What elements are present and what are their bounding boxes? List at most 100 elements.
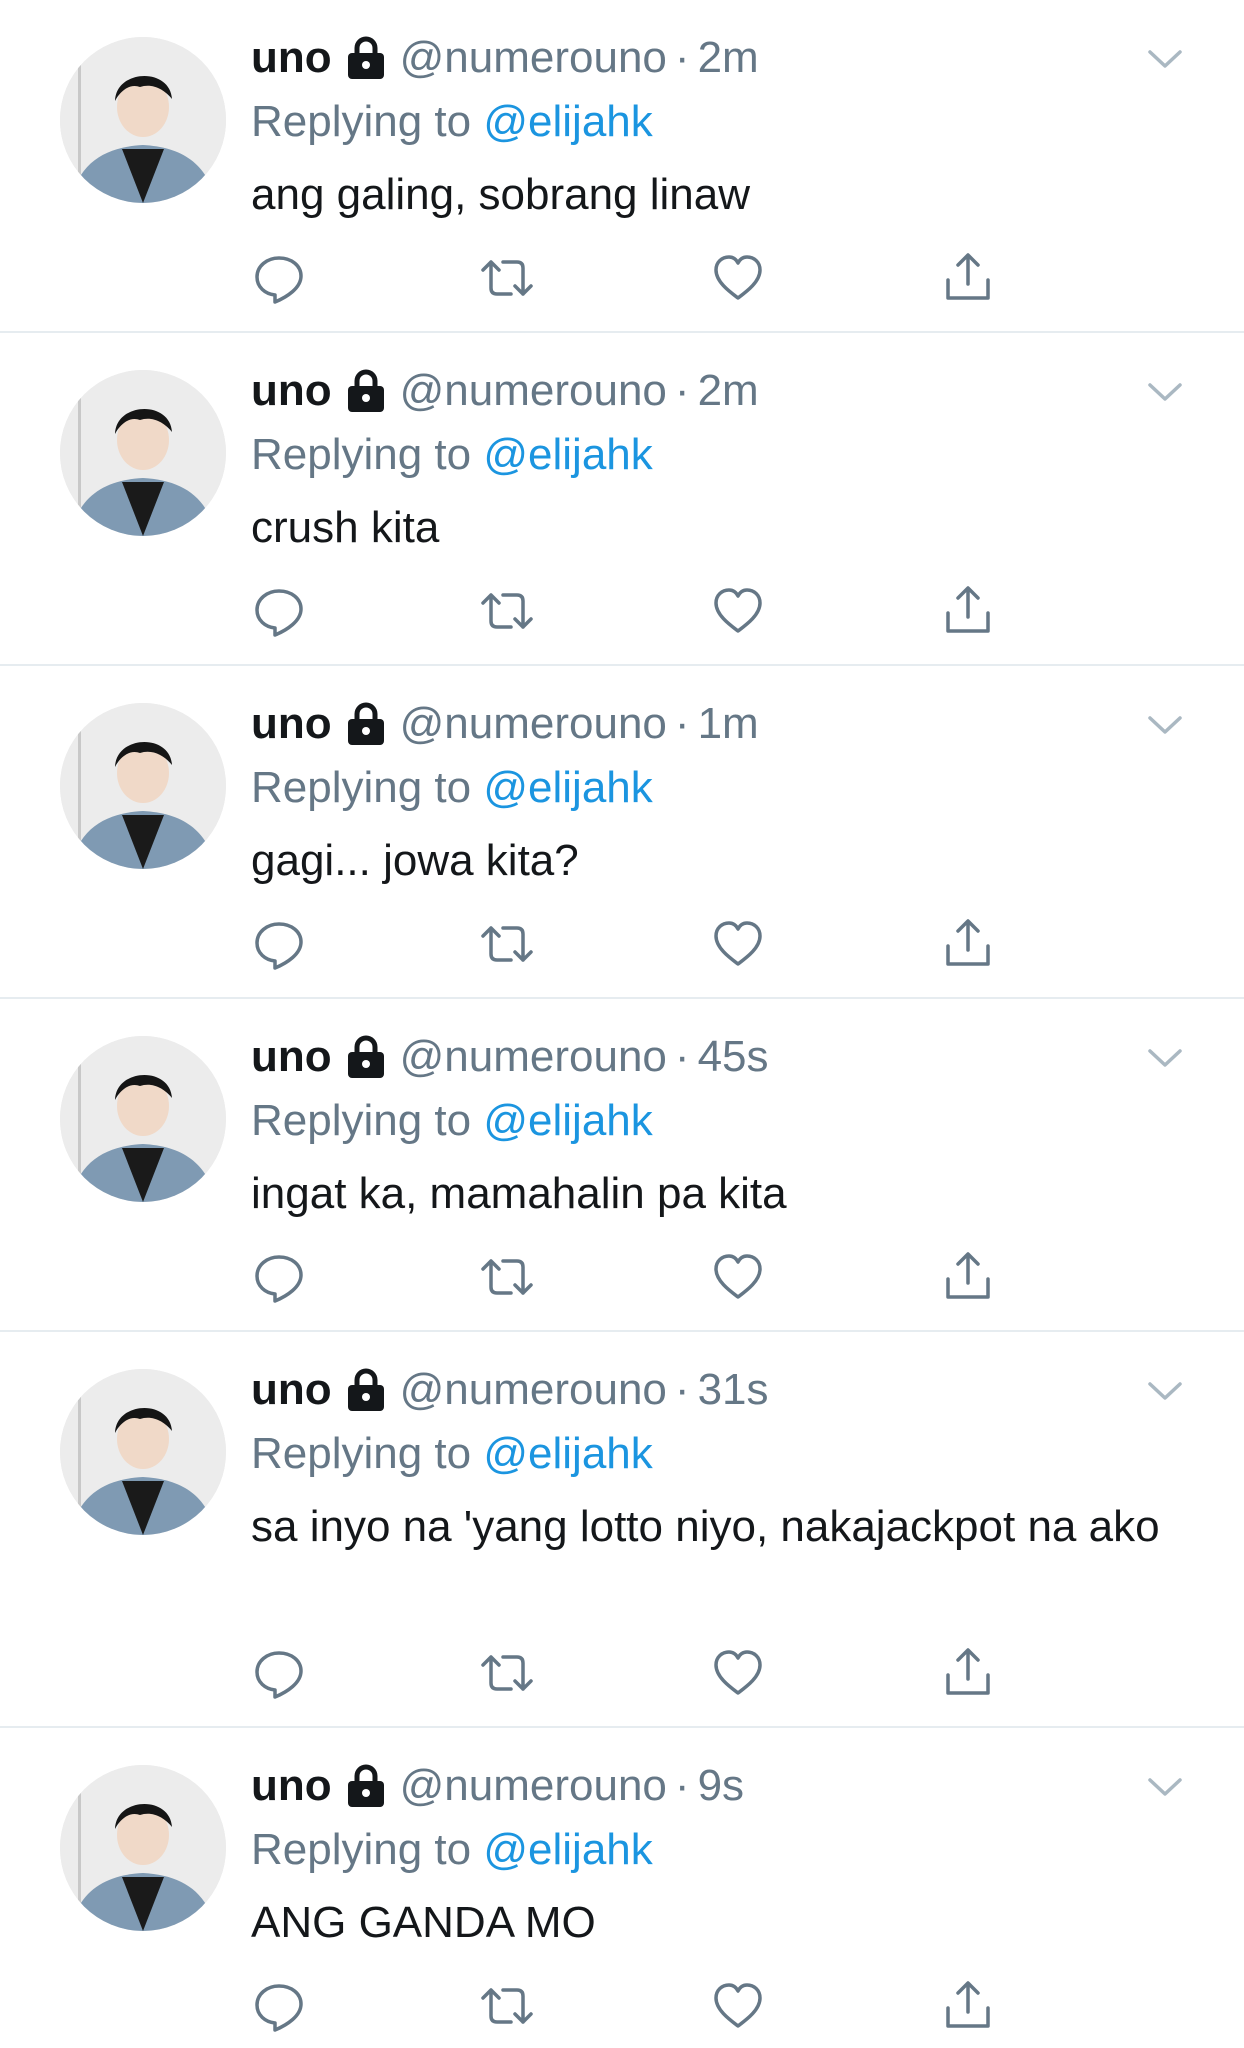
user-handle[interactable]: @numerouno	[400, 30, 667, 86]
reply-icon	[255, 256, 303, 304]
retweet-icon	[481, 926, 533, 962]
replying-to: Replying to @elijahk	[251, 1424, 653, 1484]
separator-dot: ·	[674, 366, 690, 415]
retweet-button[interactable]	[479, 1978, 535, 2034]
reply-button[interactable]	[251, 1645, 307, 1701]
avatar[interactable]	[60, 703, 226, 869]
reply-button[interactable]	[251, 250, 307, 306]
reply-button[interactable]	[251, 583, 307, 639]
display-name[interactable]: uno	[251, 1758, 332, 1814]
share-button[interactable]	[940, 250, 996, 306]
mention-link[interactable]: @elijahk	[483, 97, 652, 146]
retweet-icon	[481, 1655, 533, 1691]
display-name[interactable]: uno	[251, 363, 332, 419]
reply-icon	[255, 922, 303, 970]
tweet-actions	[251, 1645, 1011, 1701]
tweet-actions	[251, 1978, 1011, 2034]
tweet[interactable]: uno @numerouno · 45s Replying to @elijah…	[0, 999, 1244, 1332]
replying-to: Replying to @elijahk	[251, 425, 653, 485]
share-icon	[946, 253, 990, 300]
replying-prefix: Replying to	[251, 763, 484, 812]
retweet-button[interactable]	[479, 250, 535, 306]
replying-prefix: Replying to	[251, 1429, 484, 1478]
share-button[interactable]	[940, 583, 996, 639]
retweet-button[interactable]	[479, 1645, 535, 1701]
tweet-text: gagi... jowa kita?	[251, 836, 579, 885]
tweet-text: crush kita	[251, 503, 440, 552]
display-name[interactable]: uno	[251, 30, 332, 86]
timestamp[interactable]: 45s	[698, 1029, 769, 1085]
chevron-down-icon[interactable]	[1146, 373, 1184, 411]
mention-link[interactable]: @elijahk	[483, 763, 652, 812]
share-icon	[946, 586, 990, 633]
reply-button[interactable]	[251, 1978, 307, 2034]
tweet[interactable]: uno @numerouno · 2m Replying to @elijahk…	[0, 333, 1244, 666]
tweet-header: uno @numerouno · 2m	[251, 30, 759, 86]
avatar[interactable]	[60, 370, 226, 536]
tweet[interactable]: uno @numerouno · 9s Replying to @elijahk…	[0, 1728, 1244, 2048]
like-button[interactable]	[710, 250, 766, 306]
timestamp[interactable]: 2m	[698, 30, 759, 86]
display-name[interactable]: uno	[251, 1362, 332, 1418]
timestamp[interactable]: 31s	[698, 1362, 769, 1418]
replying-prefix: Replying to	[251, 97, 484, 146]
avatar[interactable]	[60, 1765, 226, 1931]
reply-icon	[255, 1651, 303, 1699]
tweet[interactable]: uno @numerouno · 1m Replying to @elijahk…	[0, 666, 1244, 999]
timestamp[interactable]: 9s	[698, 1758, 744, 1814]
chevron-down-icon[interactable]	[1146, 1039, 1184, 1077]
avatar[interactable]	[60, 1036, 226, 1202]
avatar[interactable]	[60, 1369, 226, 1535]
timestamp[interactable]: 1m	[698, 696, 759, 752]
user-handle[interactable]: @numerouno	[400, 363, 667, 419]
chevron-down-icon[interactable]	[1146, 706, 1184, 744]
separator-dot: ·	[674, 1032, 690, 1081]
tweet-text: ang galing, sobrang linaw	[251, 170, 751, 219]
display-name[interactable]: uno	[251, 696, 332, 752]
heart-icon	[714, 1650, 762, 1695]
share-button[interactable]	[940, 1249, 996, 1305]
like-button[interactable]	[710, 1978, 766, 2034]
mention-link[interactable]: @elijahk	[483, 430, 652, 479]
reply-button[interactable]	[251, 916, 307, 972]
reply-icon	[255, 589, 303, 637]
retweet-button[interactable]	[479, 916, 535, 972]
share-button[interactable]	[940, 916, 996, 972]
user-handle[interactable]: @numerouno	[400, 1362, 667, 1418]
tweet[interactable]: uno @numerouno · 31s Replying to @elijah…	[0, 1332, 1244, 1728]
mention-link[interactable]: @elijahk	[483, 1429, 652, 1478]
like-button[interactable]	[710, 583, 766, 639]
tweet-actions	[251, 916, 1011, 972]
like-button[interactable]	[710, 916, 766, 972]
heart-icon	[714, 1254, 762, 1299]
mention-link[interactable]: @elijahk	[483, 1096, 652, 1145]
retweet-button[interactable]	[479, 1249, 535, 1305]
chevron-down-icon[interactable]	[1146, 1372, 1184, 1410]
replying-prefix: Replying to	[251, 430, 484, 479]
chevron-down-icon[interactable]	[1146, 40, 1184, 78]
reply-button[interactable]	[251, 1249, 307, 1305]
separator-dot: ·	[674, 1365, 690, 1414]
user-handle[interactable]: @numerouno	[400, 696, 667, 752]
like-button[interactable]	[710, 1249, 766, 1305]
display-name[interactable]: uno	[251, 1029, 332, 1085]
tweet[interactable]: uno @numerouno · 2m Replying to @elijahk…	[0, 0, 1244, 333]
tweet-actions	[251, 1249, 1011, 1305]
avatar[interactable]	[60, 37, 226, 203]
replying-to: Replying to @elijahk	[251, 1091, 653, 1151]
share-button[interactable]	[940, 1645, 996, 1701]
separator-dot: ·	[674, 1761, 690, 1810]
replying-to: Replying to @elijahk	[251, 1820, 653, 1880]
retweet-icon	[481, 593, 533, 629]
retweet-icon	[481, 1988, 533, 2024]
user-handle[interactable]: @numerouno	[400, 1758, 667, 1814]
like-button[interactable]	[710, 1645, 766, 1701]
timestamp[interactable]: 2m	[698, 363, 759, 419]
user-handle[interactable]: @numerouno	[400, 1029, 667, 1085]
chevron-down-icon[interactable]	[1146, 1768, 1184, 1806]
separator-dot: ·	[674, 33, 690, 82]
mention-link[interactable]: @elijahk	[483, 1825, 652, 1874]
tweet-actions	[251, 583, 1011, 639]
retweet-button[interactable]	[479, 583, 535, 639]
share-button[interactable]	[940, 1978, 996, 2034]
